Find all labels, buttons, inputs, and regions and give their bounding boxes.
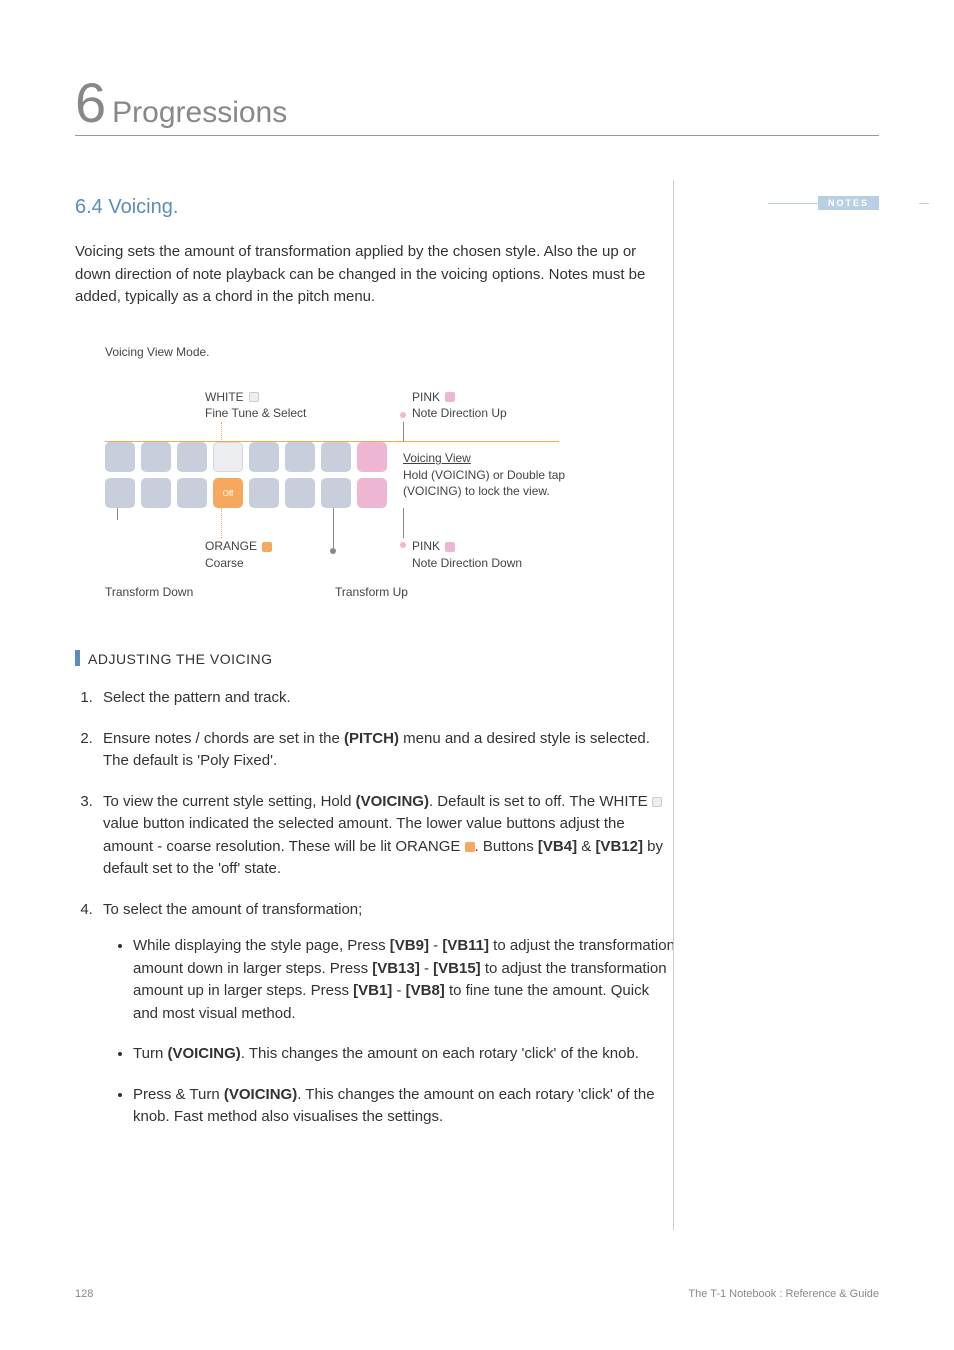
value-button — [321, 478, 351, 508]
diagram-title: Voicing View Mode. — [105, 345, 879, 359]
value-button-off: Off — [213, 478, 243, 508]
off-label: Off — [223, 489, 234, 498]
transform-down: Transform Down — [105, 584, 335, 601]
substep-1: While displaying the style page, Press [… — [133, 935, 677, 1025]
pink-swatch — [445, 392, 455, 402]
voicing-view-label: Voicing View — [403, 450, 623, 467]
white-swatch — [249, 392, 259, 402]
value-button — [285, 442, 315, 472]
chapter-number: 6 — [75, 75, 106, 131]
orange-sub: Coarse — [205, 555, 400, 572]
step-3: To view the current style setting, Hold … — [97, 791, 677, 881]
dot-icon — [400, 542, 406, 548]
subheading-text: ADJUSTING THE VOICING — [88, 651, 272, 667]
connector-line — [333, 508, 334, 548]
substeps: While displaying the style page, Press [… — [133, 935, 677, 1129]
value-button-pink — [357, 478, 387, 508]
value-button — [141, 442, 171, 472]
value-button-selected — [213, 442, 243, 472]
section-title: 6.4 Voicing. — [75, 196, 879, 219]
value-button-pink — [357, 442, 387, 472]
button-grid: Off — [105, 442, 387, 508]
value-button — [177, 442, 207, 472]
value-button — [285, 478, 315, 508]
pink-dn-label: PINK — [412, 539, 440, 553]
value-button — [249, 478, 279, 508]
value-button — [105, 478, 135, 508]
step-1: Select the pattern and track. — [97, 687, 677, 710]
value-button — [321, 442, 351, 472]
value-button — [177, 478, 207, 508]
chapter-header: 6 Progressions — [75, 75, 879, 136]
pink-up-sub: Note Direction Up — [412, 405, 507, 422]
white-square-icon — [652, 797, 662, 807]
substep-3: Press & Turn (VOICING). This changes the… — [133, 1084, 677, 1129]
pink-up-label: PINK — [412, 390, 440, 404]
transform-up: Transform Up — [335, 584, 408, 601]
orange-square-icon — [465, 842, 475, 852]
pink-swatch — [445, 542, 455, 552]
white-sub: Fine Tune & Select — [205, 405, 400, 422]
notes-tab: NOTES — [818, 196, 879, 210]
connector-line — [117, 508, 118, 520]
grid-row-top — [105, 442, 387, 472]
dot-icon — [400, 412, 406, 418]
pink-dn-sub: Note Direction Down — [412, 555, 522, 572]
orange-swatch — [262, 542, 272, 552]
notes-divider — [673, 180, 674, 1230]
voicing-view-sub: Hold (VOICING) or Double tap (VOICING) t… — [403, 467, 623, 501]
subhead-bar — [75, 650, 80, 666]
value-button — [141, 478, 171, 508]
voicing-diagram: Voicing View Mode. WHITE Fine Tune & Sel… — [105, 345, 879, 601]
footer: 128 The T-1 Notebook : Reference & Guide — [75, 1288, 879, 1300]
white-label: WHITE — [205, 390, 244, 404]
page-number: 128 — [75, 1288, 93, 1300]
connector-line — [403, 422, 404, 442]
value-button — [249, 442, 279, 472]
intro-paragraph: Voicing sets the amount of transformatio… — [75, 241, 655, 309]
connector-line — [221, 422, 222, 442]
connector-line — [403, 508, 404, 538]
connector-line — [221, 508, 222, 538]
value-button — [105, 442, 135, 472]
grid-row-bottom: Off — [105, 478, 387, 508]
chapter-title: Progressions — [112, 96, 287, 130]
steps-list: Select the pattern and track. Ensure not… — [97, 687, 677, 1129]
step-2: Ensure notes / chords are set in the (PI… — [97, 728, 677, 773]
subheading: ADJUSTING THE VOICING — [75, 650, 879, 667]
step-4: To select the amount of transformation; … — [97, 899, 677, 1129]
orange-label: ORANGE — [205, 539, 257, 553]
substep-2: Turn (VOICING). This changes the amount … — [133, 1043, 677, 1066]
book-title: The T-1 Notebook : Reference & Guide — [688, 1288, 879, 1300]
